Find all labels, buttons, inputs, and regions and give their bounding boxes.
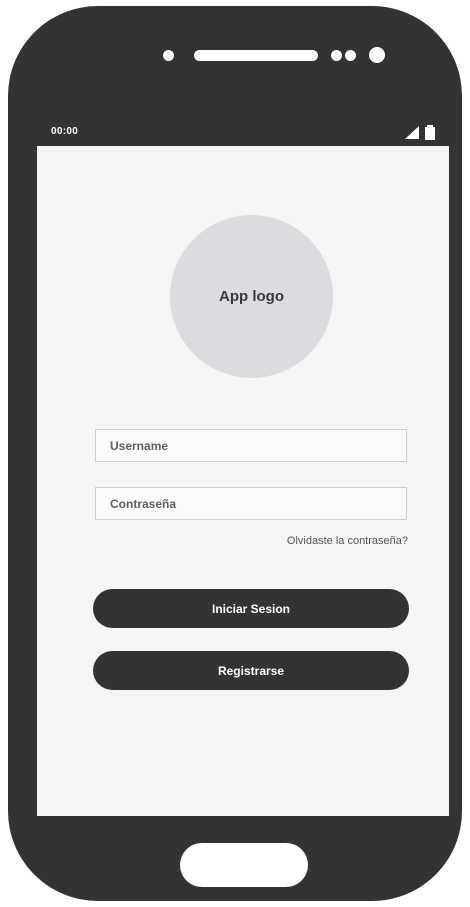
forgot-password-link[interactable]: Olvidaste la contraseña? — [287, 535, 408, 547]
app-logo-label: App logo — [219, 288, 284, 305]
phone-frame: 00:00 App logo Olvidaste la contraseña? — [8, 6, 462, 901]
sensor-dot-2 — [345, 50, 356, 61]
login-button[interactable]: Iniciar Sesion — [93, 589, 409, 628]
sensor-dot-1 — [331, 50, 342, 61]
page: 00:00 App logo Olvidaste la contraseña? — [0, 0, 470, 907]
username-input[interactable] — [110, 438, 392, 453]
home-button[interactable] — [180, 843, 308, 887]
phone-screen: 00:00 App logo Olvidaste la contraseña? — [37, 119, 449, 816]
signal-icon — [405, 126, 419, 139]
password-field[interactable] — [95, 487, 407, 520]
register-button[interactable]: Registrarse — [93, 651, 409, 690]
password-input[interactable] — [110, 496, 392, 511]
battery-icon — [425, 125, 435, 140]
front-camera — [369, 47, 385, 63]
app-logo: App logo — [170, 215, 333, 378]
status-bar: 00:00 — [37, 119, 449, 146]
username-field[interactable] — [95, 429, 407, 462]
battery-body — [425, 127, 435, 140]
sensor-dot-left — [163, 50, 174, 61]
earpiece-speaker — [194, 50, 318, 61]
status-time: 00:00 — [51, 126, 79, 137]
